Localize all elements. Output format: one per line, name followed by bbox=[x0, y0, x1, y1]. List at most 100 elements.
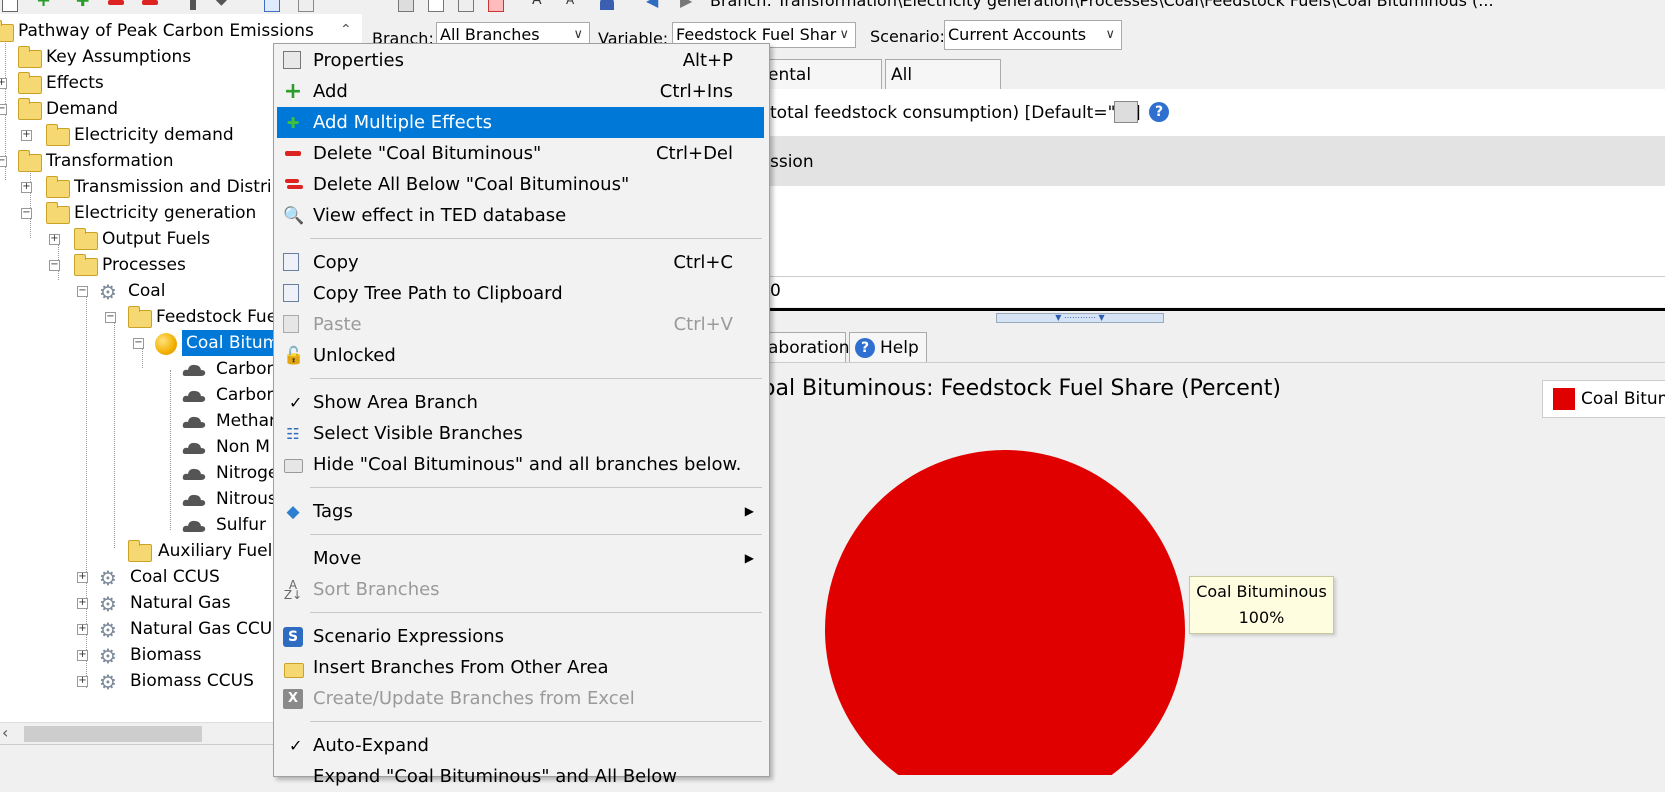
expand-icon[interactable]: + bbox=[77, 676, 88, 687]
splitter-handle[interactable]: ▼ ⋯⋯⋯⋯ ▼ bbox=[996, 313, 1164, 323]
menu-item-expand-all-below[interactable]: Expand "Coal Bituminous" and All Below bbox=[277, 761, 764, 792]
print-icon[interactable] bbox=[458, 0, 474, 12]
menu-item-delete-all-below[interactable]: Delete All Below "Coal Bituminous" bbox=[277, 169, 764, 200]
tree-item-label: Key Assumptions bbox=[46, 47, 192, 67]
tree-icon: ☷ bbox=[286, 425, 300, 443]
expand-icon[interactable]: + bbox=[21, 182, 32, 193]
menu-item-select-visible-branches[interactable]: ☷ Select Visible Branches bbox=[277, 418, 764, 449]
back-arrow-icon[interactable]: ◀ bbox=[646, 0, 660, 10]
menu-item-move[interactable]: Move ▶ bbox=[277, 543, 764, 574]
menu-item-label: Add bbox=[313, 81, 348, 102]
collapse-icon[interactable]: − bbox=[77, 286, 88, 297]
font-increase-icon[interactable]: A bbox=[532, 0, 546, 10]
collapse-icon[interactable]: − bbox=[133, 338, 144, 349]
menu-item-copy-tree-path[interactable]: Copy Tree Path to Clipboard bbox=[277, 278, 764, 309]
menu-item-label: Tags bbox=[313, 501, 353, 522]
help-icon[interactable]: ? bbox=[1149, 102, 1169, 122]
menu-item-hide-branch[interactable]: Hide "Coal Bituminous" and all branches … bbox=[277, 449, 764, 480]
menu-item-shortcut: Ctrl+Del bbox=[655, 143, 733, 164]
expand-icon[interactable]: + bbox=[77, 598, 88, 609]
add-icon[interactable]: + bbox=[36, 0, 51, 10]
properties-icon[interactable] bbox=[1114, 101, 1138, 123]
open-icon[interactable] bbox=[428, 0, 444, 12]
users-icon[interactable] bbox=[600, 0, 614, 10]
expand-icon[interactable]: + bbox=[77, 624, 88, 635]
scroll-up-icon[interactable]: ⌃ bbox=[340, 22, 352, 38]
forward-arrow-icon[interactable]: ▶ bbox=[680, 0, 694, 10]
collapse-icon[interactable]: − bbox=[0, 156, 7, 167]
tab-elaboration[interactable]: aboration bbox=[762, 332, 850, 362]
menu-item-shortcut: Ctrl+C bbox=[673, 252, 733, 273]
legend-swatch bbox=[1553, 388, 1575, 410]
menu-item-scenario-expressions[interactable]: S Scenario Expressions bbox=[277, 621, 764, 652]
add-multiple-icon[interactable]: ✚ bbox=[76, 0, 90, 10]
menu-item-create-from-excel: X Create/Update Branches from Excel bbox=[277, 683, 764, 714]
folder-icon bbox=[18, 46, 42, 68]
collapse-icon[interactable]: − bbox=[49, 260, 60, 271]
grid-header-cell: ssion bbox=[770, 152, 814, 172]
new-icon[interactable] bbox=[2, 0, 18, 12]
variable-description-bar: total feedstock consumption) [Default="0… bbox=[762, 89, 1665, 137]
expand-icon[interactable]: + bbox=[0, 78, 7, 89]
tab-all-variables[interactable]: All Variables bbox=[885, 59, 1001, 115]
report-icon[interactable] bbox=[488, 0, 504, 12]
tree-item-label: Demand bbox=[46, 99, 119, 119]
variable-select-value: Feedstock Fuel Shar bbox=[676, 25, 837, 44]
font-decrease-icon[interactable]: A bbox=[566, 0, 580, 10]
tree-item-label: Processes bbox=[102, 255, 186, 275]
grid-header: ssion bbox=[762, 136, 1665, 186]
collapse-icon[interactable]: − bbox=[0, 104, 7, 115]
expression-row[interactable]: 0 bbox=[762, 276, 1665, 307]
expand-icon[interactable]: + bbox=[21, 130, 32, 141]
menu-item-tags[interactable]: ◆ Tags ▶ bbox=[277, 496, 764, 527]
menu-item-delete[interactable]: Delete "Coal Bituminous" Ctrl+Del bbox=[277, 138, 764, 169]
menu-item-copy[interactable]: Copy Ctrl+C bbox=[277, 247, 764, 278]
delete-icon[interactable] bbox=[108, 0, 124, 5]
hide-icon[interactable] bbox=[298, 0, 314, 12]
tab-environmental-loading[interactable]: ental Loading bbox=[762, 59, 882, 115]
copy-icon bbox=[283, 253, 299, 271]
tree-icon[interactable] bbox=[264, 0, 280, 12]
main-toolbar: + ✚ ◆ A A ◀ ▶ Branch: Transformation\Ele… bbox=[0, 0, 1665, 14]
menu-separator bbox=[310, 721, 762, 722]
scenario-select[interactable]: Current Accounts ∨ bbox=[944, 20, 1122, 50]
menu-item-sort-branches: A Z↓ Sort Branches bbox=[277, 574, 764, 605]
pie-slice[interactable] bbox=[825, 450, 1185, 775]
insert-icon bbox=[283, 658, 304, 678]
scrollbar-thumb[interactable] bbox=[24, 726, 202, 742]
collapse-icon[interactable]: − bbox=[21, 208, 32, 219]
paste-icon bbox=[283, 315, 299, 333]
scenario-icon: S bbox=[283, 627, 303, 647]
menu-item-insert-branches[interactable]: Insert Branches From Other Area bbox=[277, 652, 764, 683]
menu-item-add-multiple-effects[interactable]: ✚ Add Multiple Effects bbox=[277, 107, 764, 138]
menu-item-show-area-branch[interactable]: ✓ Show Area Branch bbox=[277, 387, 764, 418]
menu-item-add[interactable]: + Add Ctrl+Ins bbox=[277, 76, 764, 107]
tag-icon[interactable]: ◆ bbox=[216, 0, 230, 10]
expand-icon[interactable]: + bbox=[49, 234, 60, 245]
menu-item-properties[interactable]: Properties Alt+P bbox=[277, 45, 764, 76]
menu-item-auto-expand[interactable]: ✓ Auto-Expand bbox=[277, 730, 764, 761]
splitter[interactable] bbox=[762, 308, 1665, 311]
save-icon[interactable] bbox=[398, 0, 414, 12]
tree-item-label: Transformation bbox=[46, 151, 174, 171]
tree-item-label: Nitroge bbox=[216, 463, 279, 483]
menu-item-unlocked[interactable]: 🔓 Unlocked bbox=[277, 340, 764, 371]
delete-all-icon[interactable] bbox=[142, 0, 158, 5]
folder-icon bbox=[0, 20, 14, 42]
collapse-icon[interactable]: − bbox=[105, 312, 116, 323]
menu-item-label: Copy bbox=[313, 252, 359, 273]
cloud-icon bbox=[182, 442, 206, 454]
properties-icon[interactable] bbox=[190, 0, 196, 10]
menu-item-view-effect-ted[interactable]: 🔍 View effect in TED database bbox=[277, 200, 764, 231]
scroll-left-icon[interactable]: ‹ bbox=[2, 723, 8, 742]
tab-help[interactable]: ? Help bbox=[849, 332, 927, 362]
fuel-ball-icon bbox=[155, 333, 177, 355]
pie-slices bbox=[825, 450, 1185, 775]
menu-item-label: Auto-Expand bbox=[313, 735, 429, 756]
gear-icon: ⚙ bbox=[99, 670, 117, 694]
expand-icon[interactable]: + bbox=[77, 650, 88, 661]
expand-icon[interactable]: + bbox=[77, 572, 88, 583]
folder-icon bbox=[74, 228, 98, 250]
tooltip-name: Coal Bituminous bbox=[1196, 582, 1327, 601]
folder-icon bbox=[128, 540, 152, 562]
